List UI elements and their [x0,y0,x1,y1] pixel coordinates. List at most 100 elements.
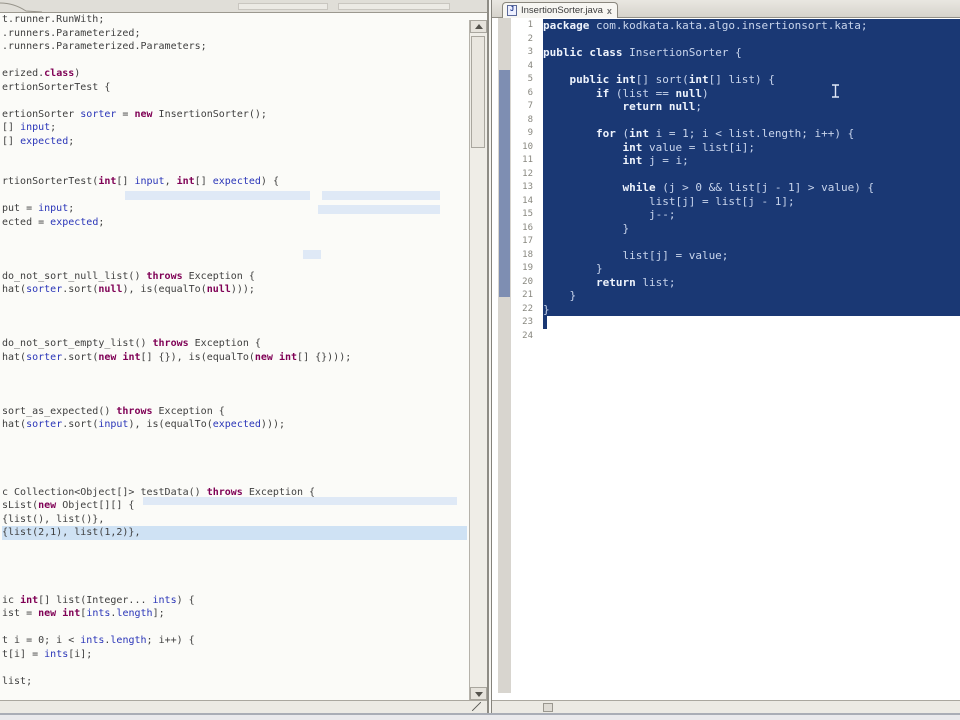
code-line [2,243,467,257]
code-line [2,364,467,378]
line-number[interactable]: 9 [511,127,537,141]
close-icon[interactable]: x [607,6,612,16]
code-line: {list(), list()}, [2,513,467,527]
line-number[interactable]: 4 [511,60,537,74]
tab-title: InsertionSorter.java [521,5,603,16]
line-number[interactable]: 21 [511,289,537,303]
code-line [2,391,467,405]
line-number[interactable]: 11 [511,154,537,168]
line-number[interactable]: 5 [511,73,537,87]
left-horizontal-scrollbar[interactable] [0,700,487,713]
right-horizontal-scrollbar[interactable] [492,700,960,713]
code-line: } [543,289,960,303]
left-vertical-scrollbar[interactable] [469,20,487,700]
code-line [2,256,467,270]
left-tab-bar [0,0,487,13]
code-line: sList(new Object[][] { [2,499,467,513]
selection-tail [543,316,547,329]
line-number[interactable]: 15 [511,208,537,222]
line-number[interactable]: 2 [511,33,537,47]
code-line: ist = new int[ints.length]; [2,607,467,621]
code-line [543,168,960,182]
left-editor-pane: t.runner.RunWith;.runners.Parameterized;… [0,0,489,713]
tab-edge-curve-icon [0,0,42,12]
line-number[interactable]: 10 [511,141,537,155]
code-line: return list; [543,276,960,290]
line-number[interactable]: 1 [511,19,537,33]
line-number[interactable]: 6 [511,87,537,101]
code-line: ertionSorter sorter = new InsertionSorte… [2,108,467,122]
code-line: hat(sorter.sort(null), is(equalTo(null))… [2,283,467,297]
line-number[interactable]: 20 [511,276,537,290]
code-line [2,621,467,635]
code-line: ected = expected; [2,216,467,230]
code-line: .runners.Parameterized.Parameters; [2,40,467,54]
line-number[interactable]: 17 [511,235,537,249]
code-line: ertionSorterTest { [2,81,467,95]
code-line: list; [2,675,467,689]
line-number[interactable]: 16 [511,222,537,236]
scroll-left-icon[interactable] [543,703,553,712]
code-line: } [543,222,960,236]
scroll-up-icon[interactable] [470,20,487,33]
code-line: rtionSorterTest(int[] input, int[] expec… [2,175,467,189]
line-number[interactable]: 8 [511,114,537,128]
right-code-area[interactable]: package com.kodkata.kata.algo.insertions… [543,19,960,693]
right-tab-bar: J InsertionSorter.java x [492,0,960,18]
line-number[interactable]: 7 [511,100,537,114]
code-line [2,445,467,459]
toolbar-ghost-box [338,3,450,10]
code-line [2,148,467,162]
code-line: public int[] sort(int[] list) { [543,73,960,87]
line-number[interactable]: 19 [511,262,537,276]
code-line: erized.class) [2,67,467,81]
text-cursor-icon [831,84,840,98]
code-line: int value = list[i]; [543,141,960,155]
code-line: [] expected; [2,135,467,149]
code-line [2,324,467,338]
code-line: t[i] = ints[i]; [2,648,467,662]
right-editor-body: 123456789101112131415161718192021222324 … [492,18,960,693]
scroll-down-icon[interactable] [470,687,487,700]
right-editor-pane: J InsertionSorter.java x 123456789101112… [491,0,960,713]
code-line: ic int[] list(Integer... ints) { [2,594,467,608]
code-line [2,432,467,446]
code-line [2,189,467,203]
code-line: do_not_sort_empty_list() throws Exceptio… [2,337,467,351]
line-number[interactable]: 12 [511,168,537,182]
line-number[interactable]: 24 [511,330,537,344]
code-line [2,661,467,675]
code-line: put = input; [2,202,467,216]
left-scrollbar-thumb[interactable] [471,36,485,148]
code-line: hat(sorter.sort(new int[] {}), is(equalT… [2,351,467,365]
java-file-icon: J [507,5,517,16]
line-number[interactable]: 14 [511,195,537,209]
line-number[interactable]: 13 [511,181,537,195]
line-number[interactable]: 23 [511,316,537,330]
code-line: j--; [543,208,960,222]
tab-insertionsorter-java[interactable]: J InsertionSorter.java x [502,2,618,18]
code-line [2,459,467,473]
code-line: do_not_sort_null_list() throws Exception… [2,270,467,284]
code-line [2,540,467,554]
code-line: list[j] = value; [543,249,960,263]
code-line: t.runner.RunWith; [2,13,467,27]
line-number[interactable]: 22 [511,303,537,317]
code-line: {list(2,1), list(1,2)}, [2,526,467,540]
line-number-gutter[interactable]: 123456789101112131415161718192021222324 [511,19,537,343]
code-line [2,229,467,243]
left-code-area[interactable]: t.runner.RunWith;.runners.Parameterized;… [2,13,467,693]
code-line [2,94,467,108]
annotation-ruler-thumb[interactable] [499,70,510,297]
resize-grip-icon [471,702,481,711]
code-line: list[j] = list[j - 1]; [543,195,960,209]
code-line: c Collection<Object[]> testData() throws… [2,486,467,500]
code-line [2,54,467,68]
code-line [2,310,467,324]
line-number[interactable]: 3 [511,46,537,60]
code-line: for (int i = 1; i < list.length; i++) { [543,127,960,141]
code-line: if (list == null) [543,87,960,101]
code-line [2,567,467,581]
line-number[interactable]: 18 [511,249,537,263]
annotation-ruler[interactable] [498,18,511,693]
